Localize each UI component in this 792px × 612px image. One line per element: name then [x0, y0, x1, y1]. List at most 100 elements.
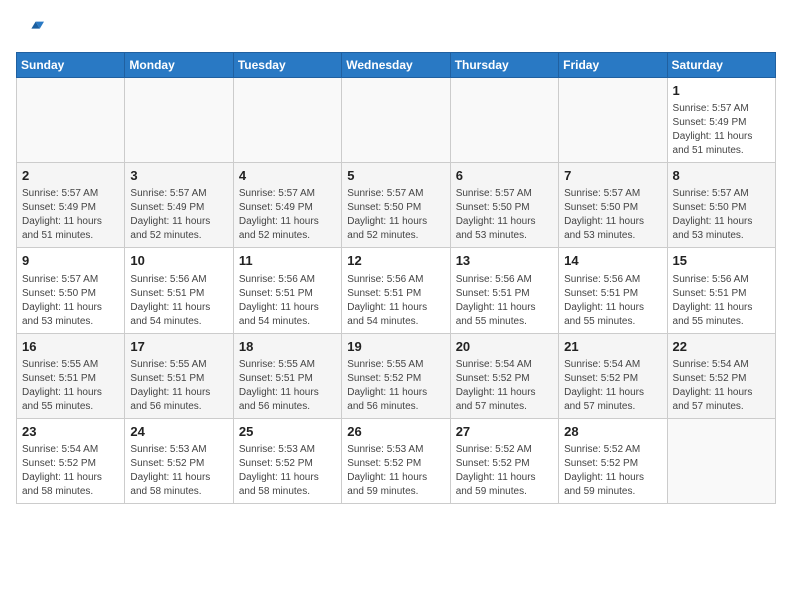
- calendar-cell: [559, 78, 667, 163]
- day-info: Sunrise: 5:57 AM Sunset: 5:50 PM Dayligh…: [456, 187, 553, 243]
- calendar-cell: 6 Sunrise: 5:57 AM Sunset: 5:50 PM Daylig…: [450, 163, 558, 248]
- day-info: Sunrise: 5:54 AM Sunset: 5:52 PM Dayligh…: [22, 443, 119, 499]
- calendar-cell: 7 Sunrise: 5:57 AM Sunset: 5:50 PM Daylig…: [559, 163, 667, 248]
- calendar-cell: 18 Sunrise: 5:55 AM Sunset: 5:51 PM Dayli…: [233, 333, 341, 418]
- calendar-cell: [17, 78, 125, 163]
- day-number: 3: [130, 167, 227, 185]
- day-info: Sunrise: 5:57 AM Sunset: 5:50 PM Dayligh…: [564, 187, 661, 243]
- day-info: Sunrise: 5:56 AM Sunset: 5:51 PM Dayligh…: [130, 273, 227, 329]
- day-number: 18: [239, 338, 336, 356]
- day-number: 24: [130, 423, 227, 441]
- calendar-cell: 28 Sunrise: 5:52 AM Sunset: 5:52 PM Dayli…: [559, 418, 667, 503]
- header-monday: Monday: [125, 53, 233, 78]
- day-number: 11: [239, 252, 336, 270]
- header-saturday: Saturday: [667, 53, 775, 78]
- day-number: 28: [564, 423, 661, 441]
- day-number: 9: [22, 252, 119, 270]
- day-info: Sunrise: 5:56 AM Sunset: 5:51 PM Dayligh…: [564, 273, 661, 329]
- day-info: Sunrise: 5:53 AM Sunset: 5:52 PM Dayligh…: [347, 443, 444, 499]
- calendar-cell: 17Sunrise: 5:55 AM Sunset: 5:51 PM Dayli…: [125, 333, 233, 418]
- day-number: 12: [347, 252, 444, 270]
- calendar-cell: 1 Sunrise: 5:57 AM Sunset: 5:49 PM Daylig…: [667, 78, 775, 163]
- day-info: Sunrise: 5:52 AM Sunset: 5:52 PM Dayligh…: [564, 443, 661, 499]
- header-friday: Friday: [559, 53, 667, 78]
- logo: [16, 16, 48, 44]
- calendar-cell: 8 Sunrise: 5:57 AM Sunset: 5:50 PM Daylig…: [667, 163, 775, 248]
- calendar-cell: 13 Sunrise: 5:56 AM Sunset: 5:51 PM Dayli…: [450, 248, 558, 333]
- calendar-cell: 25 Sunrise: 5:53 AM Sunset: 5:52 PM Dayli…: [233, 418, 341, 503]
- day-number: 1: [673, 82, 770, 100]
- day-number: 2: [22, 167, 119, 185]
- day-info: Sunrise: 5:57 AM Sunset: 5:49 PM Dayligh…: [130, 187, 227, 243]
- calendar-cell: 9 Sunrise: 5:57 AM Sunset: 5:50 PM Daylig…: [17, 248, 125, 333]
- day-info: Sunrise: 5:55 AM Sunset: 5:51 PM Dayligh…: [130, 358, 227, 414]
- calendar-cell: 26 Sunrise: 5:53 AM Sunset: 5:52 PM Dayli…: [342, 418, 450, 503]
- week-row-0: 1 Sunrise: 5:57 AM Sunset: 5:49 PM Daylig…: [17, 78, 776, 163]
- calendar-cell: 24 Sunrise: 5:53 AM Sunset: 5:52 PM Dayli…: [125, 418, 233, 503]
- page-header: [16, 16, 776, 44]
- calendar-cell: 14 Sunrise: 5:56 AM Sunset: 5:51 PM Dayli…: [559, 248, 667, 333]
- day-number: 8: [673, 167, 770, 185]
- day-number: 14: [564, 252, 661, 270]
- header-thursday: Thursday: [450, 53, 558, 78]
- calendar-cell: 16 Sunrise: 5:55 AM Sunset: 5:51 PM Dayli…: [17, 333, 125, 418]
- day-info: Sunrise: 5:57 AM Sunset: 5:50 PM Dayligh…: [22, 273, 119, 329]
- calendar-cell: [233, 78, 341, 163]
- calendar-table: SundayMondayTuesdayWednesdayThursdayFrid…: [16, 52, 776, 504]
- day-info: Sunrise: 5:57 AM Sunset: 5:49 PM Dayligh…: [22, 187, 119, 243]
- day-number: 10: [130, 252, 227, 270]
- calendar-cell: 2 Sunrise: 5:57 AM Sunset: 5:49 PM Daylig…: [17, 163, 125, 248]
- day-number: 21: [564, 338, 661, 356]
- day-number: 26: [347, 423, 444, 441]
- calendar-cell: [125, 78, 233, 163]
- header-tuesday: Tuesday: [233, 53, 341, 78]
- calendar-cell: 22 Sunrise: 5:54 AM Sunset: 5:52 PM Dayli…: [667, 333, 775, 418]
- day-info: Sunrise: 5:55 AM Sunset: 5:51 PM Dayligh…: [22, 358, 119, 414]
- day-info: Sunrise: 5:57 AM Sunset: 5:50 PM Dayligh…: [347, 187, 444, 243]
- day-number: 16: [22, 338, 119, 356]
- calendar-cell: 27 Sunrise: 5:52 AM Sunset: 5:52 PM Dayli…: [450, 418, 558, 503]
- calendar-cell: 12 Sunrise: 5:56 AM Sunset: 5:51 PM Dayli…: [342, 248, 450, 333]
- header-sunday: Sunday: [17, 53, 125, 78]
- day-number: 7: [564, 167, 661, 185]
- day-info: Sunrise: 5:53 AM Sunset: 5:52 PM Dayligh…: [239, 443, 336, 499]
- calendar-cell: 23Sunrise: 5:54 AM Sunset: 5:52 PM Dayli…: [17, 418, 125, 503]
- day-number: 22: [673, 338, 770, 356]
- day-number: 13: [456, 252, 553, 270]
- day-info: Sunrise: 5:57 AM Sunset: 5:49 PM Dayligh…: [673, 102, 770, 158]
- day-info: Sunrise: 5:56 AM Sunset: 5:51 PM Dayligh…: [239, 273, 336, 329]
- calendar-cell: 15Sunrise: 5:56 AM Sunset: 5:51 PM Dayli…: [667, 248, 775, 333]
- day-info: Sunrise: 5:55 AM Sunset: 5:51 PM Dayligh…: [239, 358, 336, 414]
- week-row-3: 16 Sunrise: 5:55 AM Sunset: 5:51 PM Dayli…: [17, 333, 776, 418]
- week-row-1: 2 Sunrise: 5:57 AM Sunset: 5:49 PM Daylig…: [17, 163, 776, 248]
- week-row-4: 23Sunrise: 5:54 AM Sunset: 5:52 PM Dayli…: [17, 418, 776, 503]
- week-row-2: 9 Sunrise: 5:57 AM Sunset: 5:50 PM Daylig…: [17, 248, 776, 333]
- calendar-cell: 3 Sunrise: 5:57 AM Sunset: 5:49 PM Daylig…: [125, 163, 233, 248]
- calendar-cell: [342, 78, 450, 163]
- calendar-cell: 4Sunrise: 5:57 AM Sunset: 5:49 PM Daylig…: [233, 163, 341, 248]
- day-number: 6: [456, 167, 553, 185]
- day-info: Sunrise: 5:54 AM Sunset: 5:52 PM Dayligh…: [456, 358, 553, 414]
- day-number: 20: [456, 338, 553, 356]
- calendar-header-row: SundayMondayTuesdayWednesdayThursdayFrid…: [17, 53, 776, 78]
- day-number: 25: [239, 423, 336, 441]
- day-info: Sunrise: 5:54 AM Sunset: 5:52 PM Dayligh…: [673, 358, 770, 414]
- day-info: Sunrise: 5:56 AM Sunset: 5:51 PM Dayligh…: [456, 273, 553, 329]
- day-info: Sunrise: 5:53 AM Sunset: 5:52 PM Dayligh…: [130, 443, 227, 499]
- calendar-cell: 10 Sunrise: 5:56 AM Sunset: 5:51 PM Dayli…: [125, 248, 233, 333]
- day-info: Sunrise: 5:56 AM Sunset: 5:51 PM Dayligh…: [673, 273, 770, 329]
- day-info: Sunrise: 5:52 AM Sunset: 5:52 PM Dayligh…: [456, 443, 553, 499]
- calendar-cell: [667, 418, 775, 503]
- logo-icon: [16, 16, 44, 44]
- day-info: Sunrise: 5:56 AM Sunset: 5:51 PM Dayligh…: [347, 273, 444, 329]
- day-info: Sunrise: 5:57 AM Sunset: 5:49 PM Dayligh…: [239, 187, 336, 243]
- day-info: Sunrise: 5:55 AM Sunset: 5:52 PM Dayligh…: [347, 358, 444, 414]
- header-wednesday: Wednesday: [342, 53, 450, 78]
- day-number: 5: [347, 167, 444, 185]
- calendar-cell: [450, 78, 558, 163]
- day-info: Sunrise: 5:54 AM Sunset: 5:52 PM Dayligh…: [564, 358, 661, 414]
- day-info: Sunrise: 5:57 AM Sunset: 5:50 PM Dayligh…: [673, 187, 770, 243]
- day-number: 19: [347, 338, 444, 356]
- calendar-cell: 19 Sunrise: 5:55 AM Sunset: 5:52 PM Dayli…: [342, 333, 450, 418]
- day-number: 27: [456, 423, 553, 441]
